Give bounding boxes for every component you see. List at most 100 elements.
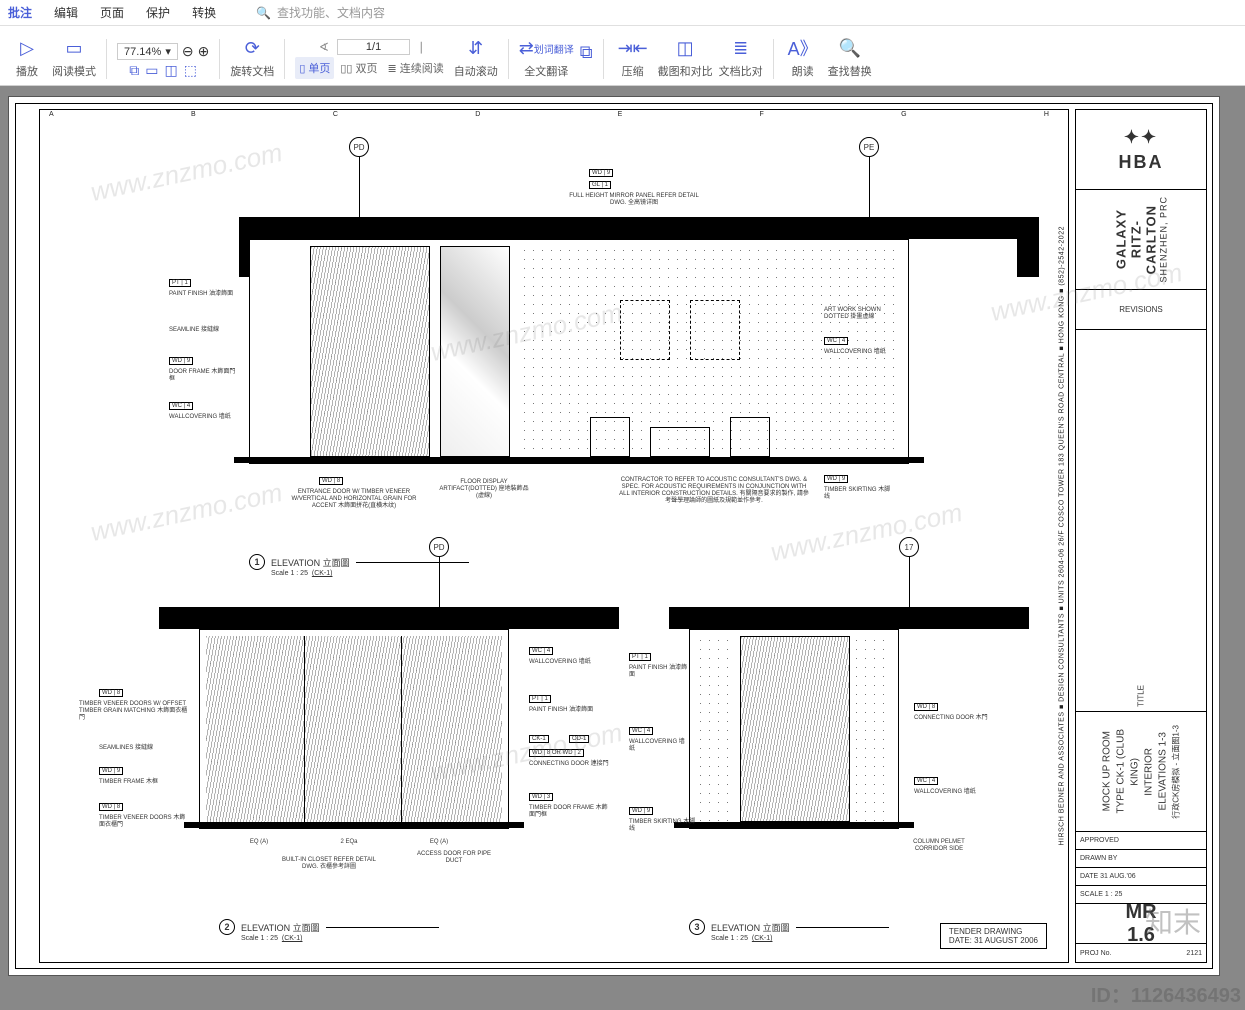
zoom-in-icon[interactable]: ⊕ bbox=[198, 43, 210, 60]
elevation-1: PD PE PT | 1 PAINT FINISH bbox=[249, 217, 909, 577]
page-number[interactable]: 1/1 bbox=[337, 39, 410, 55]
read-label: 朗读 bbox=[792, 63, 814, 79]
chair-1 bbox=[590, 417, 630, 457]
grid-line-pd bbox=[359, 157, 360, 217]
tag-wd9c: WD | 9 bbox=[824, 475, 848, 483]
proj-cell: PROJ No. 2121 bbox=[1076, 944, 1206, 962]
zoom-value[interactable]: 77.14%▾ bbox=[117, 43, 178, 60]
tag2-wd8a: WD | 8 bbox=[99, 689, 123, 697]
grid-line-pe bbox=[869, 157, 870, 217]
fit-actual-icon[interactable]: ⧉ bbox=[129, 62, 139, 79]
rotate-button[interactable]: ⟳ 旋转文档 bbox=[230, 29, 274, 79]
hba-logo: ✦✦ HBA bbox=[1076, 110, 1206, 190]
compress-button[interactable]: ⇥⇤ 压缩 bbox=[614, 29, 652, 79]
play-button[interactable]: ▷ 播放 bbox=[8, 29, 46, 79]
grid-line-17 bbox=[909, 557, 910, 607]
drawn-by-cell: DRAWN BY bbox=[1076, 850, 1206, 868]
zoom-text: 77.14% bbox=[124, 46, 161, 58]
elev1-body bbox=[249, 239, 909, 464]
note-contractor: CONTRACTOR TO REFER TO ACOUSTIC CONSULTA… bbox=[619, 477, 809, 505]
proj-label: PROJ No. bbox=[1080, 950, 1112, 957]
elev2-title: 2 ELEVATION 立面圖 bbox=[219, 919, 439, 935]
note2-seam: SEAMLINES 接縫線 bbox=[99, 745, 169, 752]
menu-search[interactable]: 🔍 查找功能、文档内容 bbox=[256, 4, 385, 21]
find-replace-button[interactable]: 🔍 查找替换 bbox=[828, 29, 872, 79]
tag-wd9-top: WD | 9 bbox=[589, 169, 613, 177]
marquee-zoom-icon[interactable]: ⬚ bbox=[184, 62, 197, 79]
tag-wd8: WD | 8 bbox=[319, 477, 343, 485]
crop-compare-button[interactable]: ◫ 截图和对比 bbox=[658, 29, 713, 79]
view-continuous[interactable]: ≣连续阅读 bbox=[383, 57, 447, 79]
autoscroll-label: 自动滚动 bbox=[454, 63, 498, 79]
image-id: ID：1126436493 bbox=[1091, 979, 1241, 1008]
proj-no: 2121 bbox=[1186, 950, 1202, 957]
dim-eqa1: EQ (A) bbox=[229, 839, 289, 846]
elev2-scale: Scale 1 : 25 (CK-1) bbox=[241, 935, 579, 942]
artwork-2 bbox=[690, 300, 740, 360]
menu-annotate[interactable]: 批注 bbox=[8, 4, 32, 21]
menu-protect[interactable]: 保护 bbox=[146, 4, 170, 21]
fit-page-icon[interactable]: ◫ bbox=[165, 62, 178, 79]
note-doorframe: DOOR FRAME 木飾面門框 bbox=[169, 369, 239, 383]
autoscroll-button[interactable]: ⇵ 自动滚动 bbox=[454, 29, 498, 79]
elevation-2: PD WD | 8 TIMBER VENEER DOORS W/ OFFSET … bbox=[159, 607, 579, 942]
ruler-c: C bbox=[333, 111, 338, 121]
tag-gl1: GL | 1 bbox=[589, 181, 611, 189]
dim-2eq: 2 EQa bbox=[319, 839, 379, 846]
tender-line2: DATE: 31 AUGUST 2006 bbox=[949, 936, 1038, 945]
artwork-1 bbox=[620, 300, 670, 360]
menu-page[interactable]: 页面 bbox=[100, 4, 124, 21]
full-translate-label: 全文翻译 bbox=[524, 63, 568, 79]
note3-connect: CONNECTING DOOR 木門 bbox=[914, 715, 994, 722]
page-nav: ∢ 1/1 ∣ ▯单页 ▯▯双页 ≣连续阅读 bbox=[295, 39, 447, 79]
word-translate-button[interactable]: ⇄ 划词翻译 全文翻译 bbox=[519, 29, 574, 79]
tag2-od1: OD-1 bbox=[569, 735, 589, 743]
note3-wallcov: WALLCOVERING 墙纸 bbox=[629, 739, 689, 753]
continuous-icon: ≣ bbox=[387, 62, 396, 75]
entrance-door bbox=[310, 246, 430, 457]
magnifier-icon: 🔍 bbox=[838, 36, 860, 60]
menu-convert[interactable]: 转换 bbox=[192, 4, 216, 21]
ceiling-beam bbox=[239, 217, 1039, 239]
title-line-3 bbox=[796, 927, 889, 928]
note2-connect: CONNECTING DOOR 連接門 bbox=[529, 761, 609, 768]
play-icon: ▷ bbox=[20, 36, 34, 60]
doc-compare-button[interactable]: ≣ 文档比对 bbox=[719, 29, 763, 79]
zoom-out-icon[interactable]: ⊖ bbox=[182, 43, 194, 60]
note-paint: PAINT FINISH 油漆飾面 bbox=[169, 291, 239, 298]
grid-line-pd2 bbox=[439, 557, 440, 607]
note-art: ART WORK SHOWN DOTTED 掛畫虛線 bbox=[824, 307, 894, 321]
prev-page-icon[interactable]: ∢ bbox=[319, 40, 329, 54]
document-area[interactable]: A B C D E F G H HIRSCH BEDNER AND ASSOCI… bbox=[0, 86, 1245, 1010]
view-double[interactable]: ▯▯双页 bbox=[336, 57, 381, 79]
note-wallcov2: WALLCOVERING 墙纸 bbox=[824, 349, 894, 356]
compress-icon: ⇥⇤ bbox=[618, 36, 648, 60]
read-aloud-button[interactable]: A》 朗读 bbox=[784, 29, 822, 79]
room-l2: TYPE CK-1 (CLUB KING) bbox=[1114, 716, 1142, 827]
zoom-group: 77.14%▾ ⊖ ⊕ ⧉ ▭ ◫ ⬚ bbox=[117, 43, 209, 79]
logo-mark-icon: ✦✦ bbox=[1124, 127, 1158, 148]
tag2-wd8c: WD | 8 bbox=[99, 803, 123, 811]
ruler-d: D bbox=[475, 111, 480, 121]
note3-wallcov2: WALLCOVERING 墙纸 bbox=[914, 789, 984, 796]
fit-width-icon[interactable]: ▭ bbox=[145, 62, 158, 79]
elev1-scale: Scale 1 : 25 (CK-1) bbox=[271, 570, 909, 577]
tag3-pt1: PT | 1 bbox=[629, 653, 651, 661]
date-cell: DATE 31 AUG.'06 bbox=[1076, 868, 1206, 886]
view-single[interactable]: ▯单页 bbox=[295, 57, 334, 79]
translate-expand[interactable]: ⧉ bbox=[580, 29, 593, 79]
closet-doors bbox=[206, 636, 502, 822]
speaker-icon: A》 bbox=[788, 36, 818, 60]
tender-line1: TENDER DRAWING bbox=[949, 927, 1038, 936]
mirror-panel bbox=[440, 246, 510, 457]
next-page-icon[interactable]: ∣ bbox=[418, 40, 424, 54]
menu-edit[interactable]: 编辑 bbox=[54, 4, 78, 21]
tag2-wc4: WC | 4 bbox=[529, 647, 553, 655]
search-icon: 🔍 bbox=[256, 6, 271, 20]
word-translate-top: 划词翻译 bbox=[534, 41, 574, 56]
separator bbox=[603, 39, 604, 79]
read-mode-button[interactable]: ▭ 阅读模式 bbox=[52, 29, 96, 79]
ruler-g: G bbox=[901, 111, 906, 121]
room-l3: INTERIOR ELEVATIONS 1-3 bbox=[1142, 716, 1170, 827]
brand-watermark: 知末 bbox=[1145, 901, 1201, 941]
